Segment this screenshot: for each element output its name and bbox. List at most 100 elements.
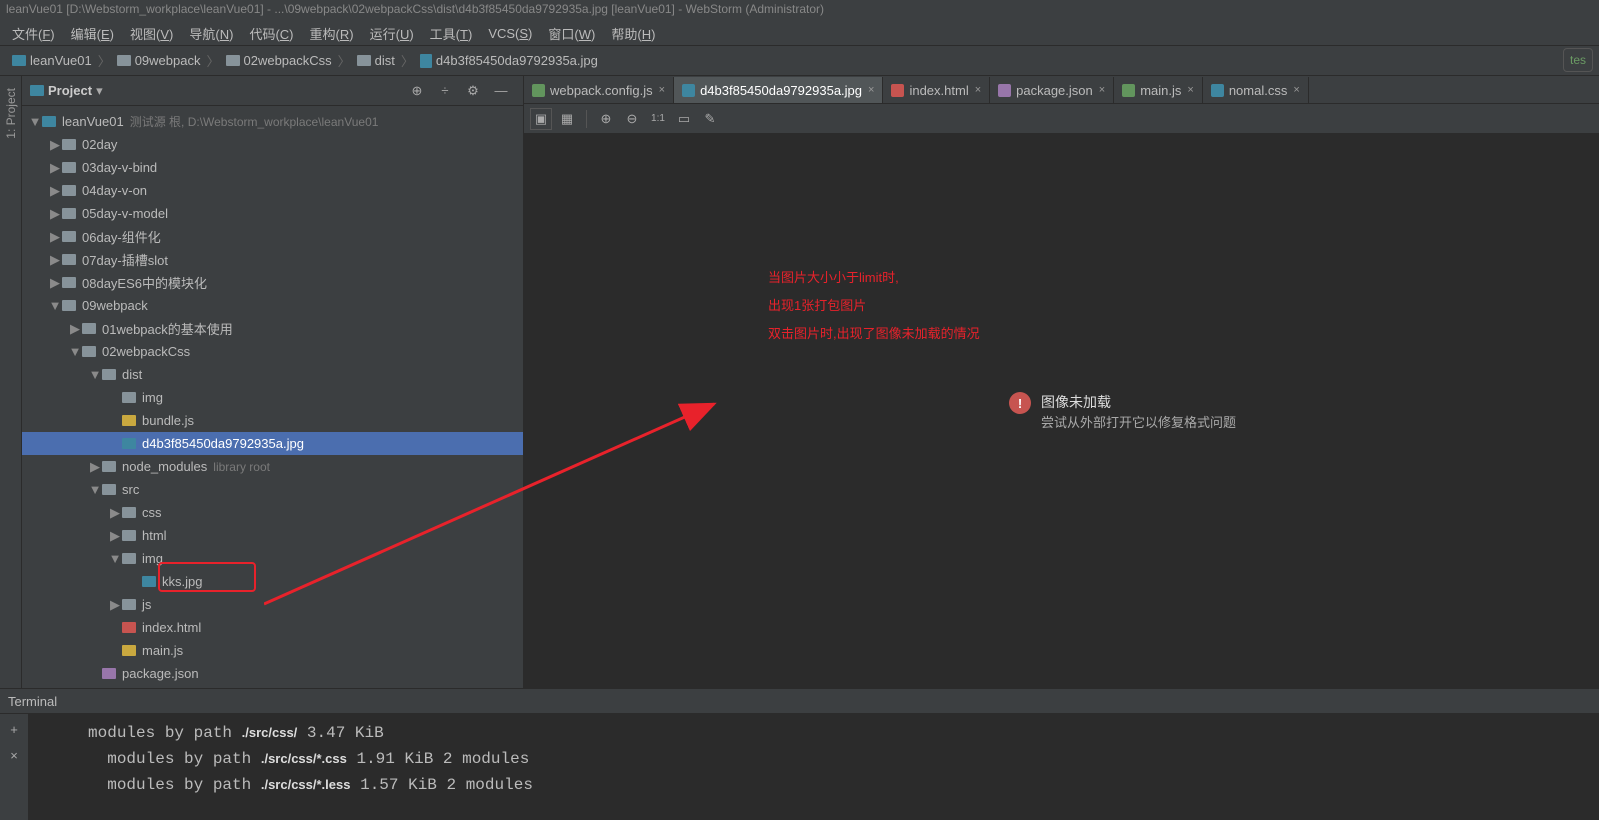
tree-row[interactable]: ▶07day-插槽slot: [22, 248, 523, 271]
zoom-out-icon[interactable]: ⊖: [621, 108, 643, 130]
close-tab-icon[interactable]: ×: [1187, 84, 1193, 96]
tree-row[interactable]: ▼leanVue01测试源 根, D:\Webstorm_workplace\l…: [22, 110, 523, 133]
expand-arrow-icon[interactable]: ▶: [108, 505, 122, 521]
menu-item[interactable]: VCS(S): [480, 23, 540, 44]
close-tab-icon[interactable]: ×: [868, 84, 874, 96]
tree-label: 09webpack: [82, 298, 148, 313]
tree-row[interactable]: ▶js: [22, 593, 523, 616]
editor-tab[interactable]: package.json×: [990, 77, 1114, 103]
fit-icon[interactable]: ▣: [530, 108, 552, 130]
menu-item[interactable]: 重构(R): [302, 21, 362, 46]
breadcrumb-item[interactable]: 09webpack: [113, 51, 205, 70]
expand-arrow-icon[interactable]: ▼: [28, 114, 42, 129]
tree-label: img: [142, 390, 163, 405]
menu-item[interactable]: 代码(C): [241, 21, 301, 46]
editor-tab[interactable]: webpack.config.js×: [524, 77, 674, 103]
tree-row[interactable]: d4b3f85450da9792935a.jpg: [22, 432, 523, 455]
expand-arrow-icon[interactable]: ▼: [88, 482, 102, 497]
img-icon: [122, 438, 136, 449]
html-icon: [122, 622, 136, 633]
menu-item[interactable]: 编辑(E): [63, 21, 122, 46]
expand-arrow-icon[interactable]: ▶: [108, 597, 122, 613]
zoom-in-icon[interactable]: ⊕: [595, 108, 617, 130]
expand-arrow-icon[interactable]: ▶: [48, 183, 62, 199]
hide-icon[interactable]: —: [491, 81, 511, 101]
chevron-down-icon[interactable]: ▾: [96, 83, 103, 99]
close-tab-icon[interactable]: ×: [1099, 84, 1105, 96]
expand-arrow-icon[interactable]: ▶: [48, 229, 62, 245]
expand-arrow-icon[interactable]: ▶: [48, 252, 62, 268]
close-tab-icon[interactable]: ×: [659, 84, 665, 96]
tree-row[interactable]: ▶08dayES6中的模块化: [22, 271, 523, 294]
tree-row[interactable]: ▶02day: [22, 133, 523, 156]
tree-row[interactable]: ▶04day-v-on: [22, 179, 523, 202]
menu-item[interactable]: 窗口(W): [540, 21, 603, 46]
tree-row[interactable]: ▶css: [22, 501, 523, 524]
close-tab-icon[interactable]: ×: [1293, 84, 1299, 96]
tree-row[interactable]: ▶05day-v-model: [22, 202, 523, 225]
expand-arrow-icon[interactable]: ▶: [108, 528, 122, 544]
tree-row[interactable]: main.js: [22, 639, 523, 662]
tree-row[interactable]: ▶03day-v-bind: [22, 156, 523, 179]
project-tool-label[interactable]: 1: Project: [4, 88, 18, 139]
editor-tab[interactable]: main.js×: [1114, 77, 1203, 103]
tree-row[interactable]: ▼dist: [22, 363, 523, 386]
menu-item[interactable]: 文件(F): [4, 21, 63, 46]
tree-row[interactable]: img: [22, 386, 523, 409]
tree-row[interactable]: kks.jpg: [22, 570, 523, 593]
tree-label: 06day-组件化: [82, 227, 161, 246]
editor-tab[interactable]: nomal.css×: [1203, 77, 1309, 103]
tree-row[interactable]: ▼ 09webpack: [22, 294, 523, 317]
menu-item[interactable]: 视图(V): [122, 21, 181, 46]
color-picker-icon[interactable]: ✎: [699, 108, 721, 130]
breadcrumb-item[interactable]: 02webpackCss: [222, 51, 336, 70]
grid-icon[interactable]: ▦: [556, 108, 578, 130]
tree-row[interactable]: ▼src: [22, 478, 523, 501]
terminal-tab[interactable]: Terminal: [0, 688, 1599, 714]
expand-arrow-icon[interactable]: ▶: [48, 206, 62, 222]
image-canvas[interactable]: 当图片大小小于limit时, 出现1张打包图片 双击图片时,出现了图像未加载的情…: [524, 134, 1599, 688]
expand-arrow-icon[interactable]: ▶: [88, 459, 102, 475]
breadcrumb-item[interactable]: leanVue01: [8, 51, 96, 70]
folder-icon: [30, 85, 44, 96]
breadcrumb-item[interactable]: dist: [353, 51, 399, 70]
tree-row[interactable]: ▼02webpackCss: [22, 340, 523, 363]
expand-arrow-icon[interactable]: ▶: [48, 275, 62, 291]
expand-arrow-icon[interactable]: ▼: [108, 551, 122, 566]
breadcrumb-item[interactable]: d4b3f85450da9792935a.jpg: [416, 51, 602, 70]
project-tree[interactable]: ▼leanVue01测试源 根, D:\Webstorm_workplace\l…: [22, 106, 523, 688]
menu-item[interactable]: 工具(T): [422, 21, 481, 46]
close-tab-icon[interactable]: ×: [975, 84, 981, 96]
expand-arrow-icon[interactable]: ▼: [88, 367, 102, 382]
tree-row[interactable]: package.json: [22, 662, 523, 685]
tree-row[interactable]: ▼img: [22, 547, 523, 570]
menu-item[interactable]: 运行(U): [362, 21, 422, 46]
expand-arrow-icon[interactable]: ▼: [48, 298, 62, 313]
tree-row[interactable]: bundle.js: [22, 409, 523, 432]
expand-icon[interactable]: ÷: [435, 81, 455, 101]
zoom-11-icon[interactable]: 1:1: [647, 108, 669, 130]
editor-tab[interactable]: d4b3f85450da9792935a.jpg×: [674, 77, 883, 103]
menu-item[interactable]: 帮助(H): [603, 21, 663, 46]
close-terminal-icon[interactable]: ×: [5, 746, 23, 764]
tree-row[interactable]: ▶01webpack的基本使用: [22, 317, 523, 340]
tree-row[interactable]: index.html: [22, 616, 523, 639]
folder-icon: [357, 55, 371, 66]
tree-row[interactable]: ▶ 06day-组件化: [22, 225, 523, 248]
editor-tab[interactable]: index.html×: [883, 77, 990, 103]
gear-icon[interactable]: ⚙: [463, 81, 483, 101]
terminal-output[interactable]: modules by path ./src/css/ 3.47 KiB modu…: [28, 714, 1599, 820]
locate-icon[interactable]: ⊕: [407, 81, 427, 101]
expand-arrow-icon[interactable]: ▶: [48, 160, 62, 176]
expand-arrow-icon[interactable]: ▼: [68, 344, 82, 359]
tree-row[interactable]: ▶node_moduleslibrary root: [22, 455, 523, 478]
rect-icon[interactable]: ▭: [673, 108, 695, 130]
sidebar-title[interactable]: Project: [48, 83, 92, 98]
fold-icon: [62, 162, 76, 173]
add-terminal-icon[interactable]: +: [5, 720, 23, 738]
expand-arrow-icon[interactable]: ▶: [68, 321, 82, 337]
run-config-badge[interactable]: tes: [1563, 48, 1593, 72]
expand-arrow-icon[interactable]: ▶: [48, 137, 62, 153]
menu-item[interactable]: 导航(N): [181, 21, 241, 46]
tree-row[interactable]: ▶html: [22, 524, 523, 547]
